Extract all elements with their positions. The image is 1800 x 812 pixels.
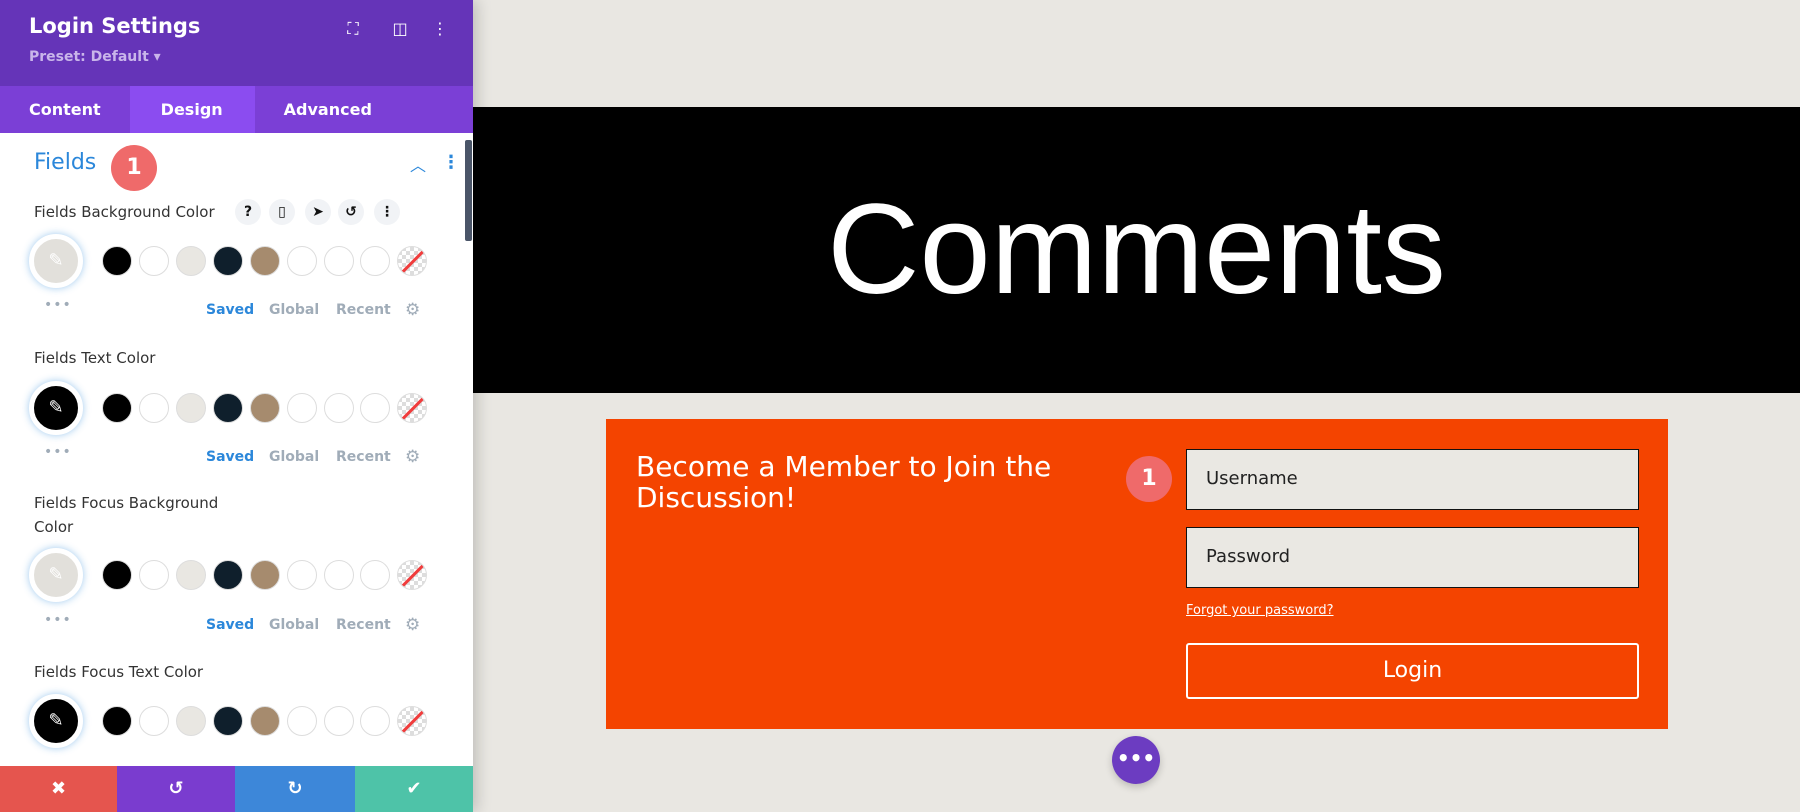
gear-icon[interactable]: ⚙ (405, 615, 420, 635)
color-swatch[interactable] (102, 246, 132, 276)
clear-color-swatch[interactable] (397, 560, 427, 590)
color-swatch[interactable] (213, 246, 243, 276)
panel-tabs: Content Design Advanced (0, 86, 473, 133)
comments-banner: Comments (473, 107, 1800, 393)
global-tab[interactable]: Global (269, 449, 319, 465)
color-swatch[interactable] (176, 246, 206, 276)
color-swatch[interactable] (213, 393, 243, 423)
color-swatch[interactable] (324, 246, 354, 276)
color-swatch[interactable] (360, 706, 390, 736)
more-options-button[interactable]: ••• (1112, 736, 1160, 784)
scrollbar[interactable] (465, 140, 472, 241)
color-swatch[interactable] (102, 706, 132, 736)
recent-tab[interactable]: Recent (336, 449, 391, 465)
color-swatch[interactable] (324, 706, 354, 736)
tab-content[interactable]: Content (0, 86, 130, 133)
banner-title: Comments (827, 178, 1446, 321)
color-swatch[interactable] (213, 706, 243, 736)
color-swatch[interactable] (250, 560, 280, 590)
color-swatch[interactable] (324, 560, 354, 590)
options-icon[interactable]: ⋮ (374, 199, 400, 225)
color-swatch[interactable] (360, 246, 390, 276)
login-button[interactable]: Login (1186, 643, 1639, 699)
forgot-password-link[interactable]: Forgot your password? (1186, 603, 1334, 618)
color-swatch[interactable] (102, 560, 132, 590)
more-swatches-icon[interactable]: ••• (44, 612, 72, 628)
login-heading: Become a Member to Join the Discussion! (636, 450, 1052, 514)
tab-advanced[interactable]: Advanced (255, 86, 401, 133)
gear-icon[interactable]: ⚙ (405, 300, 420, 320)
more-swatches-icon[interactable]: ••• (44, 444, 72, 460)
color-swatch[interactable] (139, 393, 169, 423)
focus-icon[interactable]: ⛶ (342, 18, 364, 40)
global-tab[interactable]: Global (269, 617, 319, 633)
color-swatch[interactable] (139, 560, 169, 590)
settings-panel: Login Settings Preset: Default ▾ ⛶ ◫ ⋮ C… (0, 0, 473, 812)
color-swatch[interactable] (360, 393, 390, 423)
color-swatch[interactable] (176, 706, 206, 736)
save-button[interactable]: ✔ (355, 766, 473, 812)
color-swatch[interactable] (250, 706, 280, 736)
section-menu-icon[interactable]: ⋮ (442, 152, 460, 173)
setting-label: Fields Focus Background Color (34, 494, 219, 536)
setting-label: Fields Focus Text Color (34, 663, 204, 681)
color-swatch[interactable] (139, 246, 169, 276)
clear-color-swatch[interactable] (397, 246, 427, 276)
panel-title: Login Settings (29, 14, 201, 38)
saved-tab[interactable]: Saved (206, 449, 254, 465)
undo-button[interactable]: ↺ (117, 766, 235, 812)
recent-tab[interactable]: Recent (336, 302, 391, 318)
color-swatch[interactable] (324, 393, 354, 423)
color-swatch[interactable] (287, 393, 317, 423)
color-swatch[interactable] (213, 560, 243, 590)
responsive-icon[interactable]: ▯ (269, 199, 295, 225)
color-picker-eyedropper-icon[interactable]: ✎ (29, 234, 83, 288)
color-picker-eyedropper-icon[interactable]: ✎ (29, 548, 83, 602)
color-swatch[interactable] (360, 560, 390, 590)
color-swatch[interactable] (287, 560, 317, 590)
panel-header: Login Settings Preset: Default ▾ ⛶ ◫ ⋮ (0, 0, 473, 86)
help-icon[interactable]: ? (235, 199, 261, 225)
redo-button[interactable]: ↻ (235, 766, 355, 812)
preset-dropdown[interactable]: Preset: Default ▾ (29, 49, 161, 65)
clear-color-swatch[interactable] (397, 706, 427, 736)
step-badge: 1 (1126, 456, 1172, 502)
color-swatch[interactable] (139, 706, 169, 736)
color-swatch[interactable] (176, 393, 206, 423)
clear-color-swatch[interactable] (397, 393, 427, 423)
username-input[interactable]: Username (1186, 449, 1639, 510)
saved-tab[interactable]: Saved (206, 302, 254, 318)
color-picker-eyedropper-icon[interactable]: ✎ (29, 381, 83, 435)
section-title[interactable]: Fields (34, 150, 96, 175)
gear-icon[interactable]: ⚙ (405, 447, 420, 467)
reset-icon[interactable]: ↺ (338, 199, 364, 225)
login-module[interactable]: Become a Member to Join the Discussion! … (606, 419, 1668, 729)
cancel-button[interactable]: ✖ (0, 766, 117, 812)
color-swatch[interactable] (287, 246, 317, 276)
color-swatch[interactable] (176, 560, 206, 590)
step-badge: 1 (111, 145, 157, 191)
recent-tab[interactable]: Recent (336, 617, 391, 633)
password-input[interactable]: Password (1186, 527, 1639, 588)
tab-design[interactable]: Design (129, 86, 255, 133)
hover-icon[interactable]: ➤ (305, 199, 331, 225)
color-swatch[interactable] (250, 393, 280, 423)
chevron-up-icon[interactable]: ︿ (410, 152, 426, 176)
color-swatch[interactable] (287, 706, 317, 736)
saved-tab[interactable]: Saved (206, 617, 254, 633)
action-bar: ✖ ↺ ↻ ✔ (0, 766, 473, 812)
more-swatches-icon[interactable]: ••• (44, 297, 72, 313)
split-view-icon[interactable]: ◫ (389, 18, 411, 40)
global-tab[interactable]: Global (269, 302, 319, 318)
color-swatch[interactable] (102, 393, 132, 423)
color-swatch[interactable] (250, 246, 280, 276)
more-vertical-icon[interactable]: ⋮ (429, 18, 451, 40)
color-picker-eyedropper-icon[interactable]: ✎ (29, 694, 83, 748)
setting-label: Fields Text Color (34, 349, 156, 367)
setting-label: Fields Background Color (34, 203, 215, 221)
